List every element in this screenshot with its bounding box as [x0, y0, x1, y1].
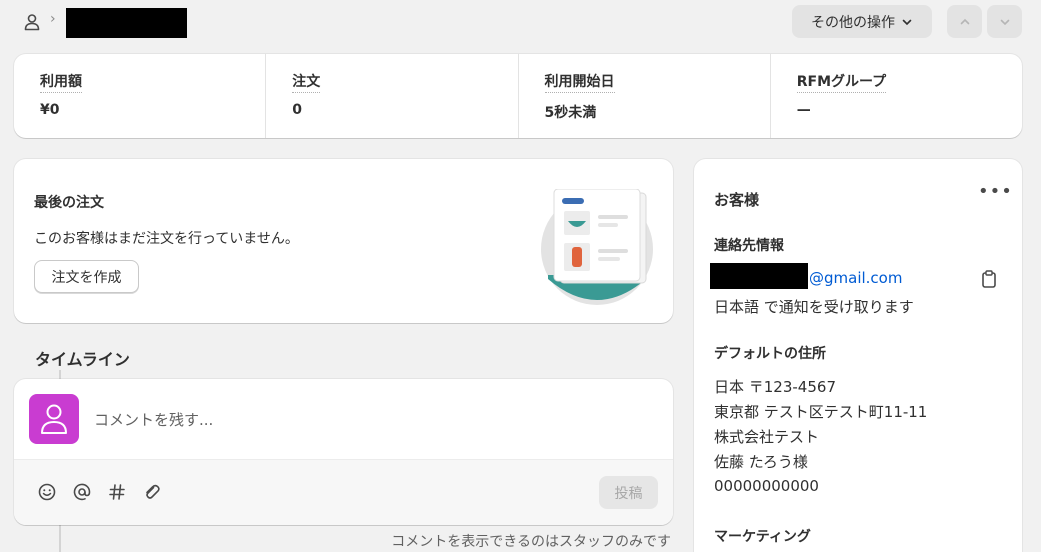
marketing-heading: マーケティング: [714, 529, 811, 545]
chevron-down-icon: [1000, 19, 1009, 25]
customer-email[interactable]: @gmail.com: [809, 269, 902, 287]
address-line: 日本 〒123-4567: [714, 378, 836, 396]
stat-label[interactable]: 注文: [292, 71, 321, 93]
comment-composer: コメントを残す... 投稿: [14, 379, 673, 525]
customer-card: お客様 ••• 連絡先情報 @gmail.com 日本語 で通知を受け取ります …: [694, 159, 1022, 552]
address-phone: 00000000000: [714, 477, 819, 495]
address-line: 佐藤 たろう様: [714, 453, 808, 471]
last-order-title: 最後の注文: [34, 195, 104, 211]
stat-value: —: [796, 102, 811, 118]
empty-orders-illustration: [541, 189, 653, 305]
stat-total-spent: 利用額 ¥0: [14, 54, 267, 138]
breadcrumb-separator: ›: [50, 11, 56, 27]
stat-label[interactable]: 利用開始日: [544, 71, 615, 93]
attachment-icon[interactable]: [142, 482, 162, 502]
stat-label[interactable]: RFMグループ: [796, 71, 887, 93]
customer-stats-card: 利用額 ¥0 注文 0 利用開始日 5秒未満 RFMグループ —: [14, 54, 1022, 138]
stat-value: 5秒未満: [544, 105, 597, 121]
address-line: 東京都 テスト区テスト町11-11: [714, 403, 928, 421]
stat-value: 0: [292, 102, 302, 118]
notification-language: 日本語 で通知を受け取ります: [714, 298, 914, 316]
stat-customer-since: 利用開始日 5秒未満: [519, 54, 771, 138]
customer-card-title: お客様: [714, 191, 760, 209]
copy-icon[interactable]: [980, 269, 998, 289]
previous-customer-button[interactable]: [947, 5, 982, 38]
hashtag-icon[interactable]: [107, 482, 127, 502]
person-icon: [41, 404, 67, 434]
redacted-email-local-part: [710, 263, 808, 289]
last-order-card: 最後の注文 このお客様はまだ注文を行っていません。 注文を作成: [14, 159, 673, 323]
address-line: 株式会社テスト: [714, 428, 820, 446]
stat-rfm-group: RFMグループ —: [771, 54, 1022, 138]
default-address-heading: デフォルトの住所: [714, 346, 826, 362]
contact-info-heading: 連絡先情報: [714, 238, 784, 254]
chevron-down-icon: [902, 19, 912, 25]
stat-value: ¥0: [40, 102, 60, 118]
staff-only-note: コメントを表示できるのはスタッフのみです: [391, 534, 671, 550]
last-order-description: このお客様はまだ注文を行っていません。: [34, 231, 299, 247]
chevron-up-icon: [960, 18, 969, 24]
stat-label[interactable]: 利用額: [40, 71, 82, 93]
mention-icon[interactable]: [72, 482, 92, 502]
emoji-icon[interactable]: [37, 482, 57, 502]
create-order-button[interactable]: 注文を作成: [34, 260, 139, 293]
more-actions-button[interactable]: その他の操作: [792, 5, 932, 38]
comment-input[interactable]: コメントを残す...: [94, 409, 213, 430]
avatar: [29, 394, 79, 444]
post-button[interactable]: 投稿: [599, 476, 658, 509]
page-header: › その他の操作: [0, 0, 1041, 44]
redacted-customer-name: [66, 8, 187, 38]
more-actions-label: その他の操作: [811, 14, 895, 31]
timeline-title: タイムライン: [35, 350, 130, 369]
more-options-icon[interactable]: •••: [978, 181, 1013, 202]
comment-toolbar: 投稿: [14, 459, 673, 525]
stat-orders: 注文 0: [266, 54, 519, 138]
person-icon[interactable]: [22, 12, 42, 32]
next-customer-button[interactable]: [987, 5, 1022, 38]
